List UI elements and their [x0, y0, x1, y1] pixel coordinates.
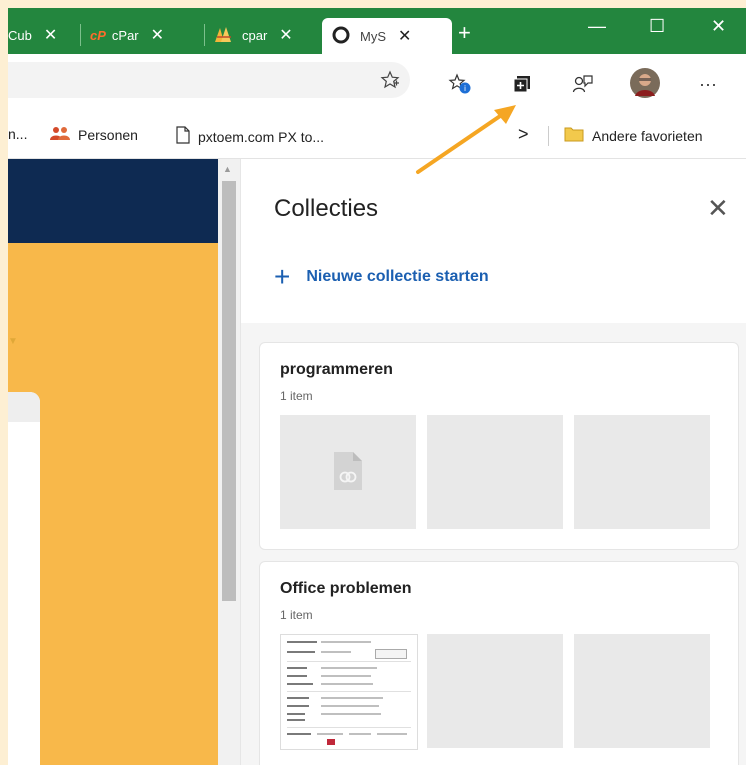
- tab-label: Cub: [8, 27, 32, 43]
- tab-strip: Cub ✕ cP cPar ✕ cpar ✕ MyS ✕ + — ☐ ✕: [8, 8, 746, 54]
- tab-separator: [80, 24, 81, 46]
- collection-item-screenshot[interactable]: [280, 634, 418, 750]
- page-header-band: [8, 159, 218, 243]
- red-mark-icon: [327, 739, 335, 745]
- site-favicon-icon: [332, 26, 350, 47]
- tab-active[interactable]: MyS ✕: [322, 18, 452, 54]
- folder-icon: [564, 126, 584, 145]
- link-document-icon: [334, 452, 362, 490]
- tab-cpanel-1[interactable]: cP cPar ✕: [90, 20, 164, 50]
- empty-thumbnail: [574, 415, 710, 529]
- collection-count: 1 item: [280, 608, 313, 622]
- tab-cpanel-2[interactable]: cpar ✕: [214, 20, 293, 50]
- avatar[interactable]: [630, 68, 660, 98]
- scroll-up-icon[interactable]: ▲: [223, 164, 232, 174]
- tab-separator: [204, 24, 205, 46]
- close-window-button[interactable]: ✕: [711, 16, 726, 37]
- favorite-label: n...: [8, 126, 28, 142]
- close-tab-icon[interactable]: ✕: [398, 26, 411, 46]
- favorite-label: Personen: [78, 126, 138, 143]
- svg-text:i: i: [464, 84, 466, 93]
- favorites-bar: n... Personen pxtoem.com PX to... > Ande…: [8, 114, 746, 159]
- collection-card-programmeren[interactable]: programmeren 1 item: [259, 342, 739, 550]
- page-icon: [176, 126, 190, 147]
- empty-thumbnail: [427, 634, 563, 748]
- page-content: ▼: [8, 159, 218, 765]
- empty-thumbnail: [574, 634, 710, 748]
- collections-pane: Collecties ✕ + Nieuwe collectie starten …: [240, 159, 746, 765]
- maximize-button[interactable]: ☐: [649, 16, 665, 37]
- tab-label: cPar: [111, 27, 139, 43]
- scrollbar-thumb[interactable]: [222, 181, 236, 601]
- new-collection-label: Nieuwe collectie starten: [306, 268, 489, 285]
- address-bar[interactable]: [8, 62, 410, 98]
- collections-header: Collecties ✕ + Nieuwe collectie starten: [241, 159, 746, 323]
- close-tab-icon[interactable]: ✕: [44, 25, 57, 45]
- more-menu-icon[interactable]: ···: [696, 72, 720, 96]
- new-collection-button[interactable]: + Nieuwe collectie starten: [274, 261, 489, 292]
- favorite-folder-andere[interactable]: Andere favorieten: [564, 126, 703, 145]
- feedback-icon[interactable]: [571, 72, 595, 96]
- tab-cub[interactable]: Cub ✕: [8, 20, 57, 50]
- cpanel-icon: cP: [90, 27, 106, 43]
- people-icon: [50, 126, 70, 143]
- toolbar: i ···: [8, 54, 746, 114]
- tab-label: cpar: [242, 27, 268, 43]
- close-pane-icon[interactable]: ✕: [707, 193, 729, 224]
- page-card-header: [8, 392, 40, 422]
- favorite-item-personen[interactable]: Personen: [50, 126, 138, 143]
- close-tab-icon[interactable]: ✕: [151, 25, 164, 45]
- collections-icon[interactable]: [510, 72, 534, 96]
- collections-title: Collecties: [274, 195, 379, 222]
- annotation-arrow-icon: [416, 105, 516, 174]
- divider: [548, 126, 549, 146]
- favorite-label: pxtoem.com PX to...: [198, 128, 325, 145]
- plus-icon: +: [274, 261, 291, 292]
- favorite-item[interactable]: n...: [8, 126, 27, 142]
- collection-item-thumbnail[interactable]: [280, 415, 416, 529]
- favorite-label: Andere favorieten: [592, 127, 703, 144]
- page-card: [8, 392, 40, 765]
- screenshot-button: [375, 649, 407, 659]
- site-logo-icon: [214, 25, 234, 46]
- add-favorite-icon[interactable]: [378, 68, 402, 92]
- new-tab-button[interactable]: +: [458, 20, 471, 46]
- empty-thumbnail: [427, 415, 563, 529]
- page-scrollbar[interactable]: ▲: [218, 159, 240, 765]
- collection-name: Office problemen: [280, 580, 412, 597]
- favorite-item-pxtoem[interactable]: pxtoem.com PX to...: [176, 126, 324, 147]
- browser-window: Cub ✕ cP cPar ✕ cpar ✕ MyS ✕ + — ☐ ✕ i ·…: [8, 8, 746, 765]
- close-tab-icon[interactable]: ✕: [279, 25, 292, 45]
- favorites-icon[interactable]: i: [448, 72, 472, 96]
- dropdown-triangle-icon: ▼: [8, 336, 18, 347]
- collection-name: programmeren: [280, 361, 393, 378]
- collection-card-office-problemen[interactable]: Office problemen 1 item: [259, 561, 739, 765]
- minimize-button[interactable]: —: [588, 16, 606, 37]
- tab-label: MyS: [360, 28, 386, 44]
- collection-count: 1 item: [280, 389, 313, 403]
